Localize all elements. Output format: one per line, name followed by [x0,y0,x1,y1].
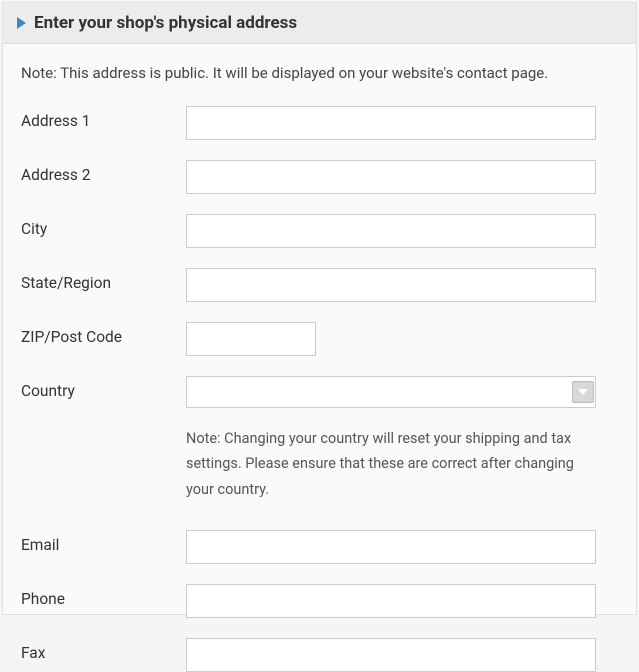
row-zip: ZIP/Post Code [21,322,618,356]
label-phone: Phone [21,584,186,608]
country-select-wrap [186,376,596,408]
row-phone: Phone [21,584,618,618]
input-address1[interactable] [186,106,596,140]
address-panel: Enter your shop's physical address Note:… [2,2,637,615]
panel-body: Note: This address is public. It will be… [3,44,636,613]
row-email: Email [21,530,618,564]
expand-icon [17,17,26,29]
input-city[interactable] [186,214,596,248]
input-state[interactable] [186,268,596,302]
label-address2: Address 2 [21,160,186,184]
row-address2: Address 2 [21,160,618,194]
input-phone[interactable] [186,584,596,618]
input-email[interactable] [186,530,596,564]
select-country[interactable] [186,376,596,408]
label-email: Email [21,530,186,554]
panel-title: Enter your shop's physical address [34,13,297,33]
label-state: State/Region [21,268,186,292]
row-fax: Fax [21,638,618,672]
label-fax: Fax [21,638,186,662]
country-change-note: Note: Changing your country will reset y… [186,426,596,502]
row-country: Country Note: Changing your country will… [21,376,618,502]
panel-header[interactable]: Enter your shop's physical address [3,3,636,44]
label-address1: Address 1 [21,106,186,130]
public-address-note: Note: This address is public. It will be… [21,64,618,82]
row-city: City [21,214,618,248]
input-address2[interactable] [186,160,596,194]
row-state: State/Region [21,268,618,302]
input-zip[interactable] [186,322,316,356]
label-country: Country [21,376,186,400]
row-address1: Address 1 [21,106,618,140]
label-zip: ZIP/Post Code [21,322,186,346]
input-fax[interactable] [186,638,596,672]
label-city: City [21,214,186,238]
